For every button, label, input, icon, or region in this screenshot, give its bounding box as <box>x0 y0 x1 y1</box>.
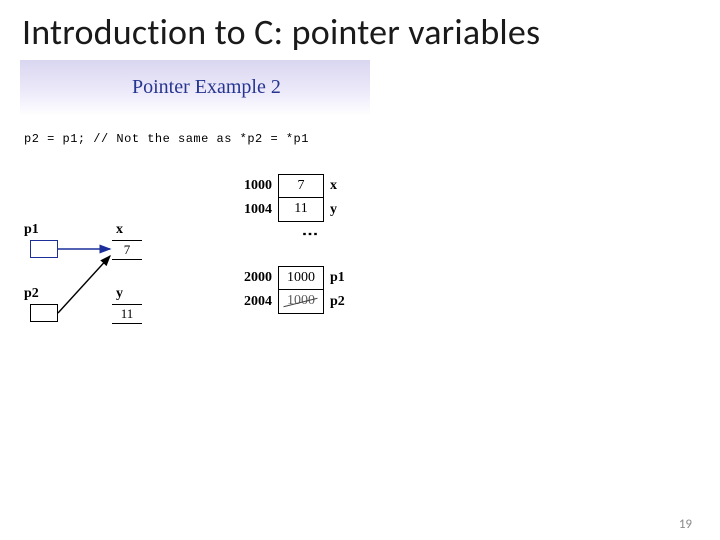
mem-var: y <box>324 198 354 222</box>
mem-addr: 2000 <box>236 266 278 290</box>
example-header: Pointer Example 2 <box>20 60 370 116</box>
mem-addr: 1000 <box>236 174 278 198</box>
memory-row: 1000 7 x <box>236 174 354 198</box>
code-text: p2 = p1; // Not the same as *p2 = *p1 <box>24 132 309 146</box>
mem-addr: 2004 <box>236 290 278 314</box>
memory-table: 1000 7 x 1004 11 y ⋮ 2000 1000 p1 2004 1… <box>236 174 354 314</box>
left-diagram: p1 p2 x 7 y 11 <box>24 216 224 396</box>
mem-var: p1 <box>324 266 354 290</box>
code-line: p2 = p1; // Not the same as *p2 = *p1 <box>18 116 702 146</box>
mem-var: x <box>324 174 354 198</box>
pointer-arrows <box>24 216 224 396</box>
memory-gap: ⋮ <box>236 222 354 266</box>
memory-row: 1004 11 y <box>236 198 354 222</box>
mem-value-overwritten: 1000 <box>278 290 324 314</box>
ellipsis-icon: ⋮ <box>300 226 319 244</box>
mem-value: 1000 <box>278 266 324 290</box>
example-header-title: Pointer Example 2 <box>132 76 281 99</box>
slide-title: Introduction to C: pointer variables <box>0 0 720 60</box>
arrow-p2-to-x <box>58 256 110 313</box>
mem-var: p2 <box>324 290 354 314</box>
memory-row: 2000 1000 p1 <box>236 266 354 290</box>
mem-value: 11 <box>278 198 324 222</box>
mem-value: 7 <box>278 174 324 198</box>
mem-addr: 1004 <box>236 198 278 222</box>
content-area: Pointer Example 2 p2 = p1; // Not the sa… <box>18 60 702 480</box>
page-number: 19 <box>679 517 692 532</box>
memory-row: 2004 1000 p2 <box>236 290 354 314</box>
